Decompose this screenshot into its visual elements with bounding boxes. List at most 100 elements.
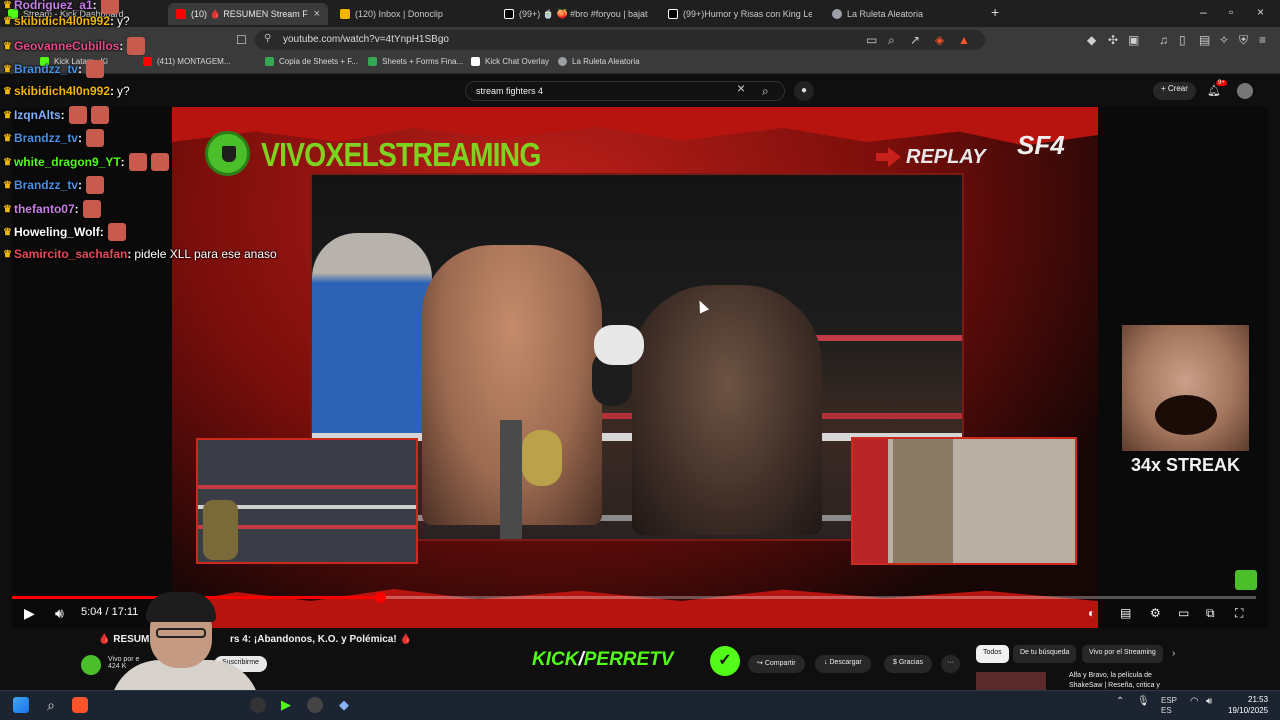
clear-search-icon[interactable]: ×: [737, 80, 745, 96]
menu-icon[interactable]: ≡: [1259, 33, 1266, 47]
chat-separator: :: [99, 225, 104, 239]
autoplay-toggle[interactable]: ◐: [1088, 606, 1095, 620]
kick-channel-overlay: KICK/PERRETV: [532, 649, 673, 671]
recommended-title-line2[interactable]: ShakeSaw | Reseña, critica y: [1069, 682, 1160, 689]
app-icon[interactable]: [307, 697, 323, 713]
crown-badge-icon: ♛: [3, 156, 12, 168]
crown-badge-icon: ♛: [3, 85, 12, 97]
speaker-icon[interactable]: 🔊︎: [1206, 696, 1212, 707]
chat-message: ♛ IzqnAlts:: [3, 106, 109, 124]
chip-from-search[interactable]: De tu búsqueda: [1013, 645, 1077, 663]
progress-scrubber[interactable]: [375, 592, 386, 603]
wifi-icon[interactable]: ◠: [1190, 696, 1199, 707]
globe-favicon-icon: [558, 57, 567, 66]
bookmark-sheets-forms[interactable]: Sheets + Forms Fina...: [368, 57, 463, 66]
bookmark-label: Kick Chat Overlay: [485, 57, 550, 66]
thanks-button[interactable]: $ Gracias: [884, 655, 932, 673]
tab-tiktok-2[interactable]: (99+)Humor y Risas con King Leon y: [660, 3, 820, 25]
theater-mode-icon[interactable]: ▭: [1178, 606, 1189, 620]
media-icon[interactable]: ♫: [1159, 33, 1168, 47]
tab-label: (99+) 🍵 🍑 #bro #foryou | bajate: [519, 8, 648, 19]
chat-separator: :: [110, 14, 115, 28]
fighter-right: [632, 285, 822, 535]
chat-message: ♛ skibidich4l0n992: y?: [3, 14, 130, 28]
screen: Stream - Kick Dashboard (10) 🩸 RESUMEN S…: [0, 0, 1280, 720]
more-actions-button[interactable]: ···: [941, 655, 960, 673]
account-avatar[interactable]: [1237, 83, 1253, 99]
chat-separator: :: [92, 0, 97, 12]
chat-separator: :: [119, 39, 124, 53]
leo-icon[interactable]: ✧: [1219, 33, 1229, 47]
brave-rewards-icon[interactable]: ▲: [958, 33, 970, 47]
chat-separator: :: [127, 247, 132, 261]
system-clock[interactable]: 21:53 19/10/2025: [1228, 694, 1268, 716]
create-label: Crear: [1167, 84, 1188, 93]
brave-browser-icon[interactable]: [72, 697, 88, 713]
chat-username: Brandzz_tv: [13, 131, 78, 145]
vpn-icon[interactable]: ⛨: [1239, 33, 1248, 48]
inset-camera-right: [851, 437, 1077, 565]
new-tab-icon[interactable]: +: [991, 4, 999, 20]
play-icon[interactable]: ▶: [24, 605, 35, 622]
share-icon[interactable]: ↗: [910, 33, 920, 47]
volume-icon[interactable]: 🔊︎: [55, 605, 64, 622]
chat-username: Samircito_sachafan: [13, 247, 128, 261]
create-button[interactable]: + Crear: [1153, 82, 1196, 100]
chat-message: ♛ Rodriguez_a1:: [3, 0, 119, 14]
windows-start-icon[interactable]: [13, 697, 29, 713]
tiktok-favicon-icon: [504, 9, 514, 19]
search-icon[interactable]: ⌕: [762, 84, 769, 99]
chat-emote-icon: [90, 106, 109, 124]
recommended-thumbnail[interactable]: [976, 672, 1046, 690]
settings-icon[interactable]: ⚙: [1150, 606, 1161, 620]
extensions-menu-icon[interactable]: ▣: [1128, 33, 1139, 47]
chevron-right-icon[interactable]: ›: [1172, 648, 1175, 659]
kick-app-icon[interactable]: ▶: [278, 697, 294, 713]
kick-text: KICK: [532, 649, 579, 670]
search-icon[interactable]: ⌕: [43, 697, 59, 713]
channel-avatar[interactable]: [81, 655, 101, 675]
minimize-icon[interactable]: –: [1200, 5, 1207, 19]
zoom-icon[interactable]: ⌕: [888, 33, 895, 48]
wallet-icon[interactable]: ▤: [1199, 33, 1210, 47]
chat-username: Rodriguez_a1: [13, 0, 93, 12]
chat-message: ♛ Brandzz_tv:: [3, 129, 104, 147]
crown-badge-icon: ♛: [3, 15, 12, 27]
mic-tray-icon[interactable]: 🎙︎: [1137, 696, 1150, 707]
tab-ruleta[interactable]: La Ruleta Aleatoria: [824, 3, 984, 25]
obs-icon[interactable]: [250, 697, 266, 713]
bookmark-kick-chat-overlay[interactable]: Kick Chat Overlay: [471, 57, 549, 66]
chat-message: ♛ GeovanneCubillos:: [3, 37, 146, 55]
share-button[interactable]: ↪ Compartir: [748, 655, 805, 673]
ring-post: [500, 420, 522, 539]
diamond-app-icon[interactable]: ◆: [336, 697, 352, 713]
puzzle-icon[interactable]: ✣: [1108, 33, 1118, 47]
channel-name-text: Vivo por e: [108, 656, 140, 663]
language-indicator[interactable]: ESP ES: [1161, 696, 1177, 716]
channel-subs: 424 K: [108, 663, 127, 670]
brave-shield-icon[interactable]: ◈: [935, 33, 944, 47]
cast-icon[interactable]: ▭: [866, 33, 877, 47]
subtitles-icon[interactable]: ▤: [1120, 606, 1131, 620]
microphone-icon[interactable]: ●: [794, 81, 814, 101]
chip-channel[interactable]: Vivo por el Streaming: [1082, 645, 1163, 663]
chat-text: y?: [117, 84, 130, 98]
tab-tiktok-1[interactable]: (99+) 🍵 🍑 #bro #foryou | bajate: [496, 3, 656, 25]
tab-donoclip[interactable]: (120) Inbox | Donoclip: [332, 3, 492, 25]
sidebar-icon[interactable]: ▯: [1179, 33, 1186, 47]
chat-message: ♛ Howeling_Wolf:: [3, 223, 126, 241]
tray-chevron-icon[interactable]: ⌃: [1116, 696, 1124, 707]
white-glove: [594, 325, 644, 365]
lang-bottom: ES: [1161, 706, 1172, 715]
chat-username: GeovanneCubillos: [13, 39, 120, 53]
chip-all[interactable]: Todos: [976, 645, 1009, 663]
maximize-icon[interactable]: ▫: [1229, 5, 1233, 19]
recommended-title-line1[interactable]: Alfa y Bravo, la película de: [1069, 672, 1152, 679]
extension-icon[interactable]: ◆: [1087, 33, 1096, 47]
windows-taskbar: [0, 690, 1280, 720]
close-window-icon[interactable]: ×: [1257, 5, 1264, 19]
download-button[interactable]: ↓ Descargar: [815, 655, 871, 673]
fullscreen-icon[interactable]: ⛶: [1235, 606, 1243, 621]
cast-icon[interactable]: ⧉: [1206, 606, 1215, 621]
bookmark-ruleta[interactable]: La Ruleta Aleatoria: [558, 57, 640, 66]
